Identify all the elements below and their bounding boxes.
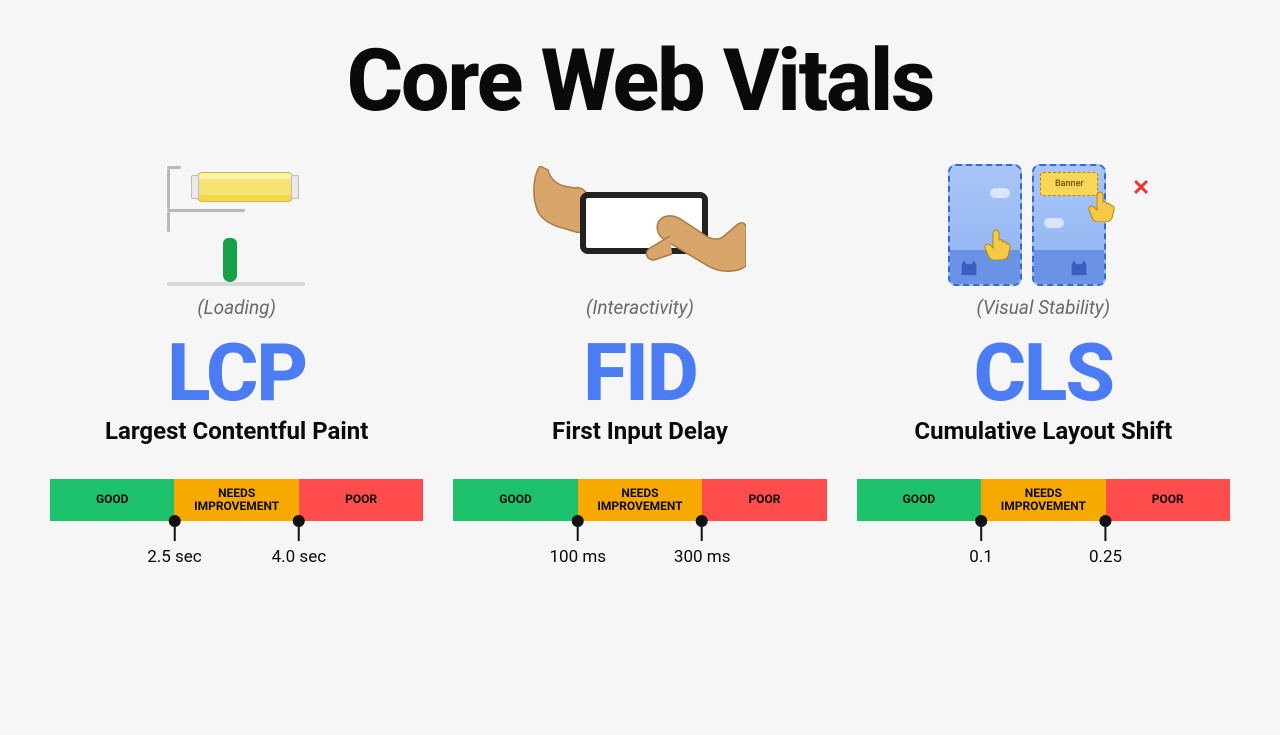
scale-needs: NEEDS IMPROVEMENT (578, 479, 702, 521)
scale-good: GOOD (857, 479, 981, 521)
tap-hand-icon (1086, 188, 1120, 222)
metric-category: (Loading) (197, 296, 276, 319)
metric-acronym: FID (583, 333, 697, 413)
close-icon: ✕ (1132, 176, 1150, 201)
threshold-marker-high: 0.25 (1089, 521, 1122, 567)
paint-roller-icon (167, 156, 307, 286)
scale-poor: POOR (1106, 479, 1230, 521)
metric-fullname: First Input Delay (552, 417, 728, 445)
threshold-marker-low: 2.5 sec (147, 521, 202, 567)
threshold-scale: GOOD NEEDS IMPROVEMENT POOR (857, 479, 1230, 521)
metric-category: (Interactivity) (586, 296, 694, 319)
scale-good: GOOD (50, 479, 174, 521)
scale-poor: POOR (702, 479, 826, 521)
threshold-scale: GOOD NEEDS IMPROVEMENT POOR (453, 479, 826, 521)
hands-phone-icon (530, 156, 750, 286)
metric-card-cls: Banner ✕ (Visual Stability) CLS Cumulati… (857, 156, 1230, 571)
scale-needs: NEEDS IMPROVEMENT (174, 479, 298, 521)
page-title: Core Web Vitals (50, 30, 1230, 131)
tap-hand-icon (982, 226, 1016, 260)
threshold-scale: GOOD NEEDS IMPROVEMENT POOR (50, 479, 423, 521)
threshold-marker-high: 300 ms (674, 521, 731, 567)
threshold-marker-low: 100 ms (549, 521, 606, 567)
metric-fullname: Cumulative Layout Shift (914, 417, 1172, 445)
metric-acronym: CLS (974, 333, 1113, 413)
metric-fullname: Largest Contentful Paint (105, 417, 368, 445)
scale-needs: NEEDS IMPROVEMENT (981, 479, 1105, 521)
scale-poor: POOR (299, 479, 423, 521)
metric-acronym: LCP (167, 333, 306, 413)
metric-card-lcp: (Loading) LCP Largest Contentful Paint G… (50, 156, 423, 571)
metric-card-fid: (Interactivity) FID First Input Delay GO… (453, 156, 826, 571)
threshold-marker-high: 4.0 sec (272, 521, 327, 567)
metric-category: (Visual Stability) (977, 296, 1111, 319)
threshold-marker-low: 0.1 (969, 521, 993, 567)
phone-after-icon: Banner (1032, 164, 1106, 286)
metrics-row: (Loading) LCP Largest Contentful Paint G… (50, 156, 1230, 571)
scale-good: GOOD (453, 479, 577, 521)
phone-before-icon (948, 164, 1022, 286)
layout-shift-icon: Banner ✕ (948, 156, 1138, 286)
